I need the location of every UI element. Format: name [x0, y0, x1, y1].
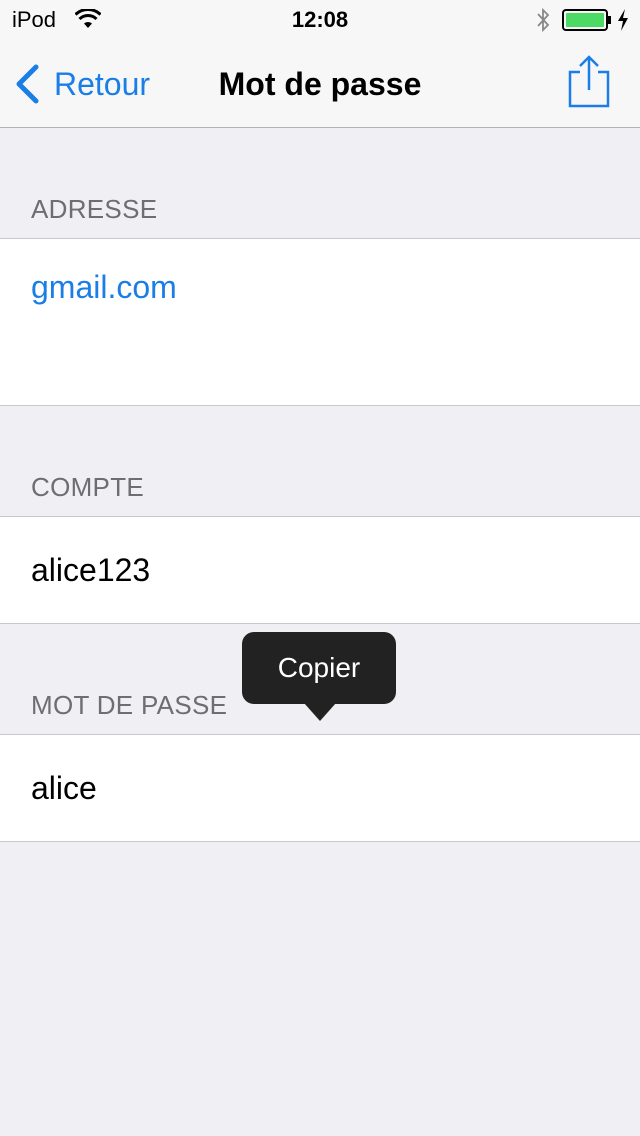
battery-icon: [562, 9, 611, 31]
password-cell[interactable]: alice: [0, 734, 640, 842]
account-value: alice123: [31, 552, 151, 588]
tooltip-arrow: [304, 703, 336, 721]
share-icon[interactable]: [566, 54, 612, 110]
password-value: alice: [31, 770, 97, 806]
address-section-header: ADRESSE: [31, 194, 158, 224]
status-bar: iPod 12:08: [0, 0, 640, 40]
address-link[interactable]: gmail.com: [31, 269, 177, 306]
page-title: Mot de passe: [218, 66, 422, 102]
bluetooth-icon: [537, 7, 550, 33]
charging-bolt-icon: [618, 9, 628, 31]
navigation-bar: Retour Mot de passe: [0, 40, 640, 128]
address-cell[interactable]: gmail.com: [0, 238, 640, 406]
copy-menu-button[interactable]: Copier: [242, 632, 396, 704]
copy-menu-label: Copier: [277, 652, 361, 683]
account-cell[interactable]: alice123: [0, 516, 640, 624]
password-section-header: MOT DE PASSE: [31, 690, 228, 720]
account-section-header: COMPTE: [31, 472, 145, 502]
